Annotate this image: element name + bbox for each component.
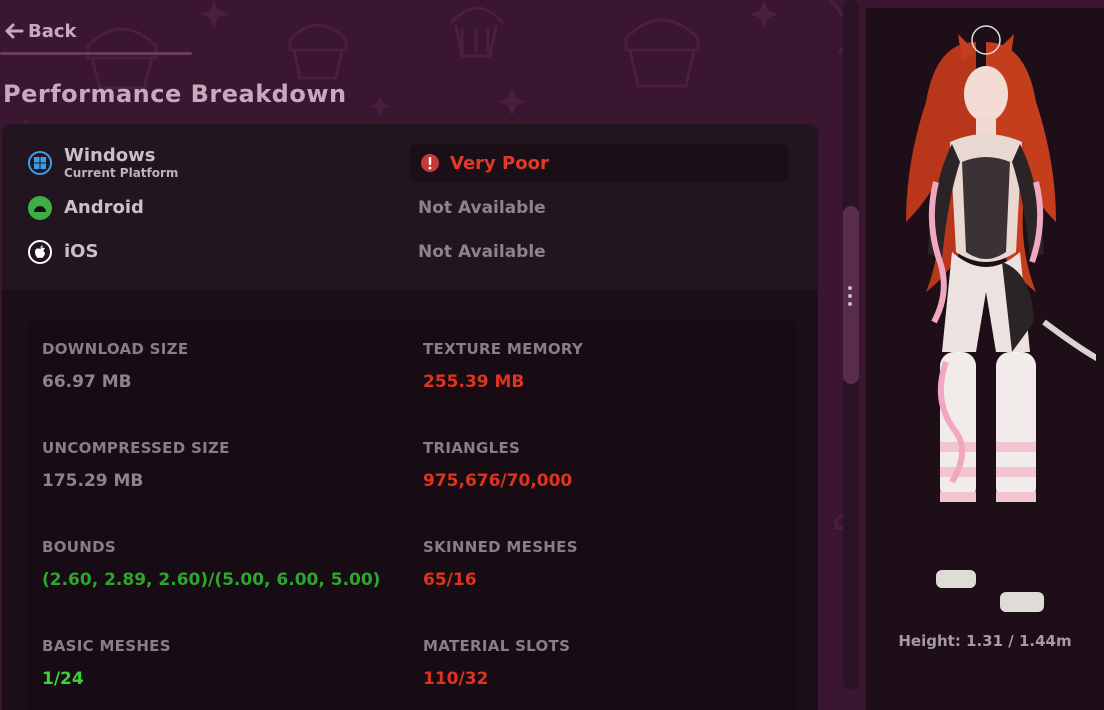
stat-value: 255.39 MB (423, 372, 525, 392)
stat-value: 975,676/70,000 (423, 471, 573, 491)
platform-row-ios[interactable]: iOS (28, 240, 98, 264)
arrow-left-icon (5, 23, 24, 39)
status-text-ios: Not Available (418, 242, 546, 262)
stat-label: UNCOMPRESSED SIZE (42, 439, 230, 457)
stat-label: BASIC MESHES (42, 637, 171, 655)
stat-label: TEXTURE MEMORY (423, 340, 584, 358)
stat-value: 1/24 (42, 669, 84, 689)
platform-row-windows[interactable]: Windows Current Platform (28, 146, 178, 180)
android-icon (28, 196, 52, 220)
page-title: Performance Breakdown (3, 80, 347, 108)
back-underline (0, 52, 192, 55)
stat-value: 175.29 MB (42, 471, 144, 491)
platform-name-android: Android (64, 197, 144, 218)
stat-label: MATERIAL SLOTS (423, 637, 571, 655)
stat-label: TRIANGLES (423, 439, 521, 457)
stat-skinned-meshes: SKINNED MESHES 65/16 (423, 538, 578, 590)
apple-icon (28, 240, 52, 264)
stat-value: 110/32 (423, 669, 489, 689)
stats-grid: DOWNLOAD SIZE 66.97 MB TEXTURE MEMORY 25… (28, 320, 796, 710)
alert-icon (421, 154, 439, 172)
status-text-android: Not Available (418, 198, 546, 218)
avatar-height-label: Height: 1.31 / 1.44m (898, 632, 1072, 650)
drag-handle-icon[interactable] (846, 286, 854, 306)
stat-value: (2.60, 2.89, 2.60)/(5.00, 6.00, 5.00) (42, 570, 381, 590)
stat-value: 66.97 MB (42, 372, 132, 392)
stat-texture-memory: TEXTURE MEMORY 255.39 MB (423, 340, 583, 392)
avatar-preview-panel[interactable]: Height: 1.31 / 1.44m (866, 8, 1104, 710)
platform-row-android[interactable]: Android (28, 196, 144, 220)
stat-value: 65/16 (423, 570, 477, 590)
platform-name-windows: Windows (64, 145, 156, 166)
stat-label: BOUNDS (42, 538, 116, 556)
status-text-windows: Very Poor (450, 152, 549, 174)
stat-label: SKINNED MESHES (423, 538, 578, 556)
back-button[interactable]: Back (4, 18, 77, 44)
stat-download-size: DOWNLOAD SIZE 66.97 MB (42, 340, 188, 392)
stat-basic-meshes: BASIC MESHES 1/24 (42, 637, 171, 689)
platform-subtitle-windows: Current Platform (64, 166, 179, 180)
platform-name-ios: iOS (64, 241, 99, 262)
stat-bounds: BOUNDS (2.60, 2.89, 2.60)/(5.00, 6.00, 5… (42, 538, 380, 590)
stat-material-slots: MATERIAL SLOTS 110/32 (423, 637, 570, 689)
status-badge-windows: Very Poor (410, 144, 788, 182)
stat-uncompressed-size: UNCOMPRESSED SIZE 175.29 MB (42, 439, 230, 491)
performance-panel: Windows Current Platform Android iOS Ver… (2, 124, 818, 710)
back-label: Back (28, 20, 77, 42)
avatar-image (906, 25, 1096, 612)
stat-triangles: TRIANGLES 975,676/70,000 (423, 439, 572, 491)
windows-icon (28, 151, 52, 175)
stat-label: DOWNLOAD SIZE (42, 340, 189, 358)
platform-list: Windows Current Platform Android iOS Ver… (2, 124, 818, 290)
